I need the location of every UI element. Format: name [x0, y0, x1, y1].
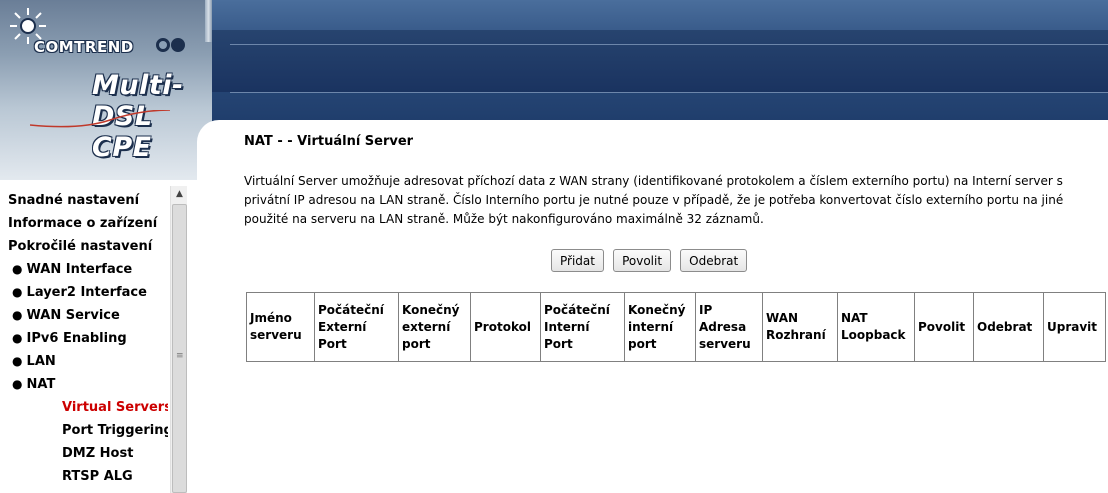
column-header: Konečný interní port — [624, 292, 696, 362]
sidebar-item-virtual-servers[interactable]: Virtual Servers — [8, 396, 168, 419]
sidebar-item-label: IPv6 Enabling — [26, 331, 127, 346]
sidebar-item-ipv6-enabling[interactable]: ● IPv6 Enabling — [8, 327, 168, 350]
sidebar: Snadné nastavení Informace o zařízení Pokr… — [0, 180, 189, 493]
sidebar-item-label: DMZ Host — [62, 446, 134, 461]
sidebar-item-layer2-interface[interactable]: ● Layer2 Interface — [8, 281, 168, 304]
swoosh-decoration — [30, 110, 170, 128]
banner-line — [230, 92, 1108, 93]
column-header: Upravit — [1043, 292, 1106, 362]
sidebar-item-label: WAN Interface — [26, 262, 133, 277]
column-header: Odebrat — [973, 292, 1044, 362]
brand-logo: COMTREND — [34, 38, 134, 56]
add-button[interactable]: Přidat — [551, 249, 604, 272]
sidebar-item-pokro-il-nastaven-[interactable]: Pokročilé nastavení — [8, 235, 168, 258]
sidebar-item-label: Snadné nastavení — [8, 193, 140, 208]
banner-divider — [205, 0, 212, 42]
brand-logo-circles — [156, 37, 186, 56]
sidebar-item-wan-service[interactable]: ● WAN Service — [8, 304, 168, 327]
scroll-up-arrow-icon[interactable]: ▲ — [171, 186, 188, 203]
column-header: Protokol — [470, 292, 541, 362]
sidebar-item-dmz-host[interactable]: DMZ Host — [8, 442, 168, 465]
bullet-icon: ● — [12, 331, 23, 345]
sidebar-item-lan[interactable]: ● LAN — [8, 350, 168, 373]
column-header: Konečný externí port — [398, 292, 471, 362]
banner-line — [230, 44, 1108, 45]
logo-panel: COMTREND Multi-DSL CPE — [0, 0, 212, 180]
sidebar-item-snadn-nastaven-[interactable]: Snadné nastavení — [8, 189, 168, 212]
column-header: Jméno serveru — [246, 292, 315, 362]
bullet-icon: ● — [12, 308, 23, 322]
bullet-icon: ● — [12, 285, 23, 299]
sidebar-item-label: Port Triggering — [62, 423, 168, 438]
sidebar-item-wan-interface[interactable]: ● WAN Interface — [8, 258, 168, 281]
sidebar-item-label: RTSP ALG — [62, 469, 133, 484]
sidebar-item-nat[interactable]: ● NAT — [8, 373, 168, 396]
remove-button[interactable]: Odebrat — [680, 249, 748, 272]
action-buttons: Přidat Povolit Odebrat — [551, 249, 751, 272]
scrollbar-thumb[interactable]: ≡ — [172, 204, 187, 493]
sidebar-scrollbar[interactable]: ▲ ≡ — [170, 186, 187, 493]
table-header-row: Jméno serveru Počáteční Externí Port Koneč… — [246, 292, 1106, 362]
virtual-servers-table: Jméno serveru Počáteční Externí Port Koneč… — [246, 292, 1106, 362]
column-header: IP Adresa serveru — [695, 292, 763, 362]
banner-stripe — [190, 30, 1108, 92]
sidebar-item-label: LAN — [26, 354, 56, 369]
column-header: Počáteční Externí Port — [314, 292, 399, 362]
bullet-icon: ● — [12, 377, 23, 391]
bullet-icon: ● — [12, 262, 23, 276]
sidebar-item-label: Pokročilé nastavení — [8, 239, 153, 254]
sidebar-menu: Snadné nastavení Informace o zařízení Pokr… — [8, 180, 168, 493]
page-title: NAT - - Virtuální Server — [244, 134, 414, 149]
sidebar-item-label: Informace o zařízení — [8, 216, 158, 231]
bullet-icon: ● — [12, 354, 23, 368]
sidebar-item-label: Virtual Servers — [62, 400, 168, 415]
scroll-grip-icon: ≡ — [176, 351, 184, 361]
column-header: Počáteční Interní Port — [540, 292, 625, 362]
sidebar-item-label: NAT — [26, 377, 56, 392]
column-header: Povolit — [914, 292, 974, 362]
sidebar-item-label: WAN Service — [26, 308, 120, 323]
column-header: NAT Loopback — [837, 292, 915, 362]
sidebar-item-informace-o-za-zen-[interactable]: Informace o zařízení — [8, 212, 168, 235]
page-description: Virtuální Server umožňuje adresovat příc… — [244, 174, 1064, 226]
column-header: WAN Rozhraní — [762, 292, 838, 362]
sidebar-item-rtsp-alg[interactable]: RTSP ALG — [8, 465, 168, 488]
enable-button[interactable]: Povolit — [613, 249, 672, 272]
sidebar-item-port-triggering[interactable]: Port Triggering — [8, 419, 168, 442]
sidebar-item-label: Layer2 Interface — [26, 285, 147, 300]
